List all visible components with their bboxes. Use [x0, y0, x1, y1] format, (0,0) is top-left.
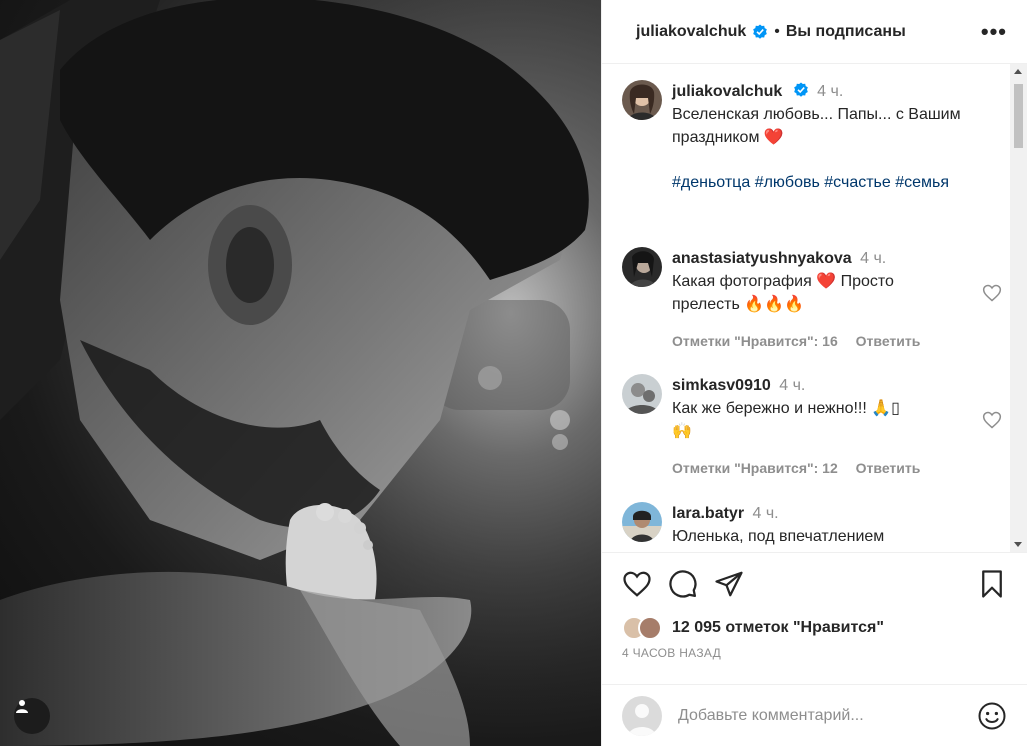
post-photo[interactable] [0, 0, 601, 746]
save-button[interactable] [977, 569, 1007, 599]
comment-text: Какая фотография [672, 273, 812, 290]
commenter-avatar-image [622, 247, 662, 287]
reply-button[interactable]: Ответить [856, 460, 921, 476]
caption-text-line1: Вселенская любовь... Папы... с Вашим [672, 106, 961, 123]
heart-emoji: ❤️ [816, 273, 837, 290]
author-username[interactable]: juliakovalchuk [636, 23, 746, 41]
comment-button[interactable] [668, 569, 698, 599]
emoji-icon[interactable] [977, 701, 1007, 731]
caption-body: juliakovalchuk 4 ч. Вселенская любовь...… [672, 80, 1002, 194]
comment-like-icon[interactable] [982, 283, 1002, 303]
comments-scrollbar[interactable] [1010, 64, 1027, 552]
comment-time: 4 ч. [779, 377, 806, 394]
user-tag-icon [16, 700, 28, 713]
avatar[interactable] [622, 247, 662, 287]
post-viewer: juliakovalchuk • Вы подписаны ••• juliak… [0, 0, 1027, 746]
comment-text: Юленька, под впечатлением [672, 528, 885, 545]
comment-username[interactable]: lara.batyr [672, 505, 744, 522]
comment-body: anastasiatyushnyakova 4 ч. Какая фотогра… [672, 247, 1002, 353]
comment-like-icon[interactable] [982, 410, 1002, 430]
avatar[interactable] [622, 80, 662, 120]
liker-avatar [638, 616, 662, 640]
likes-summary[interactable]: 12 095 отметок "Нравится" [602, 614, 1027, 642]
share-icon [715, 571, 743, 596]
follow-status-button[interactable]: Вы подписаны [786, 23, 906, 41]
photo-illustration [0, 0, 601, 746]
comment-icon [669, 569, 697, 598]
post-time-ago[interactable]: 4 ЧАСОВ НАЗАД [602, 642, 1027, 666]
comment-username[interactable]: simkasv0910 [672, 377, 771, 394]
reply-button[interactable]: Ответить [856, 333, 921, 349]
commenter-avatar-image [622, 374, 662, 414]
caption-text-line2: праздником [672, 129, 760, 146]
caption-time: 4 ч. [817, 83, 844, 100]
comment-text: Как же бережно и нежно!!! 🙏▯ [672, 400, 900, 417]
comment-time: 4 ч. [752, 505, 779, 522]
separator-dot: • [774, 22, 780, 40]
comment-text: Просто [840, 273, 894, 290]
heart-icon [623, 571, 651, 597]
comment-text: прелесть 🔥🔥🔥 [672, 296, 805, 313]
avatar[interactable] [622, 374, 662, 414]
default-avatar-icon [628, 703, 656, 736]
like-button[interactable] [622, 569, 652, 599]
verified-icon [793, 82, 808, 97]
user-tag-button[interactable] [14, 698, 50, 734]
scroll-up-icon[interactable] [1014, 69, 1022, 74]
more-options-icon[interactable]: ••• [981, 20, 1007, 43]
comment-time: 4 ч. [860, 250, 887, 267]
comment-body: simkasv0910 4 ч. Как же бережно и нежно!… [672, 374, 1002, 480]
avatar[interactable] [622, 502, 662, 542]
commenter-avatar-image [622, 502, 662, 542]
post-details-panel: juliakovalchuk • Вы подписаны ••• juliak… [601, 0, 1027, 746]
caption-hashtags[interactable]: #деньотца #любовь #счастье #семья [672, 171, 1002, 194]
post-actions [602, 552, 1027, 614]
liker-avatars [622, 616, 670, 640]
comment-likes[interactable]: Отметки "Нравится": 16 [672, 333, 838, 349]
heart-emoji: ❤️ [763, 129, 784, 146]
comment-username[interactable]: anastasiatyushnyakova [672, 250, 852, 267]
comment-likes[interactable]: Отметки "Нравится": 12 [672, 460, 838, 476]
caption-username[interactable]: juliakovalchuk [672, 83, 782, 100]
post-header: juliakovalchuk • Вы подписаны ••• [602, 0, 1027, 64]
author-avatar-image [622, 80, 662, 120]
likes-count[interactable]: 12 095 отметок "Нравится" [672, 619, 884, 637]
bookmark-icon [982, 569, 1002, 598]
comment-text: 🙌 [672, 423, 692, 440]
verified-icon [753, 24, 768, 39]
caption: juliakovalchuk 4 ч. Вселенская любовь...… [622, 80, 1002, 194]
comment-item: lara.batyr 4 ч. Юленька, под впечатление… [622, 502, 1002, 548]
scroll-down-icon[interactable] [1014, 542, 1022, 547]
share-button[interactable] [714, 569, 744, 599]
comment-item: anastasiatyushnyakova 4 ч. Какая фотогра… [622, 247, 1002, 353]
comment-input[interactable] [678, 706, 977, 725]
scrollbar-thumb[interactable] [1014, 84, 1023, 148]
comments-list[interactable]: juliakovalchuk 4 ч. Вселенская любовь...… [602, 64, 1027, 552]
add-comment-bar [602, 684, 1027, 746]
comment-body: lara.batyr 4 ч. Юленька, под впечатление… [672, 502, 1002, 548]
comment-item: simkasv0910 4 ч. Как же бережно и нежно!… [622, 374, 1002, 480]
avatar [622, 695, 662, 736]
